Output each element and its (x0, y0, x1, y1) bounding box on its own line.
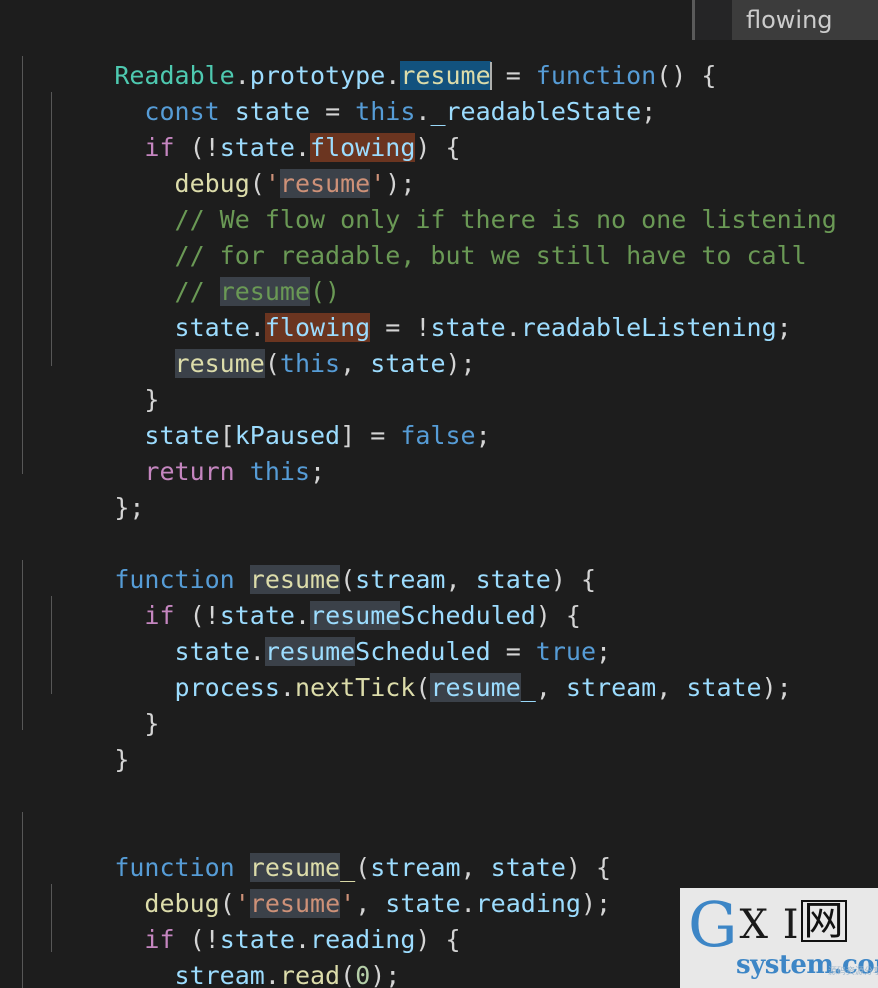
code-line-blank[interactable] (0, 490, 878, 526)
code-line[interactable]: debug('resume'); (0, 130, 878, 198)
watermark-logo-letter: G (688, 888, 738, 961)
code-line[interactable]: debug('resume', state.reading); (0, 850, 878, 918)
code-line[interactable]: state.flowing = !state.readableListening… (0, 274, 878, 342)
watermark: G X I 网 system.com 源码资源分享社区 (680, 888, 878, 988)
code-line[interactable]: if (!state.resumeScheduled) { (0, 562, 878, 630)
hover-tooltip[interactable]: flowing (692, 0, 878, 40)
watermark-tagline: 源码资源分享社区 (828, 967, 878, 977)
code-line[interactable]: // We flow only if there is no one liste… (0, 166, 878, 234)
hover-tooltip-body: flowing (732, 0, 878, 40)
code-line[interactable]: }; (0, 454, 878, 522)
code-editor[interactable]: // if the user uses them, then switch in… (0, 0, 878, 988)
code-line[interactable]: } (0, 706, 878, 774)
code-line[interactable]: return this; (0, 418, 878, 486)
code-line[interactable]: if (!state.flowing) { (0, 94, 878, 162)
watermark-logo: G X I 网 (688, 888, 847, 961)
watermark-logo-cn: 网 (800, 900, 847, 942)
code-line[interactable]: } (0, 346, 878, 414)
code-line[interactable]: resume(this, state); (0, 310, 878, 378)
code-line[interactable]: state[kPaused] = false; (0, 382, 878, 450)
code-line[interactable]: const state = this._readableState; (0, 58, 878, 126)
code-line[interactable]: // for readable, but we still have to ca… (0, 202, 878, 270)
code-line[interactable]: process.nextTick(resume_, stream, state)… (0, 634, 878, 702)
code-content[interactable]: // if the user uses them, then switch in… (0, 0, 878, 988)
hover-tooltip-label: flowing (746, 6, 833, 34)
watermark-logo-xi: X I (739, 902, 800, 948)
code-line-blank[interactable] (0, 742, 878, 778)
code-line[interactable]: // resume() (0, 238, 878, 306)
code-line[interactable]: function resume(stream, state) { (0, 526, 878, 594)
code-line[interactable]: state.resumeScheduled = true; (0, 598, 878, 666)
code-line[interactable]: } (0, 670, 878, 738)
code-line[interactable]: function resume_(stream, state) { (0, 814, 878, 882)
code-line-blank[interactable] (0, 778, 878, 814)
